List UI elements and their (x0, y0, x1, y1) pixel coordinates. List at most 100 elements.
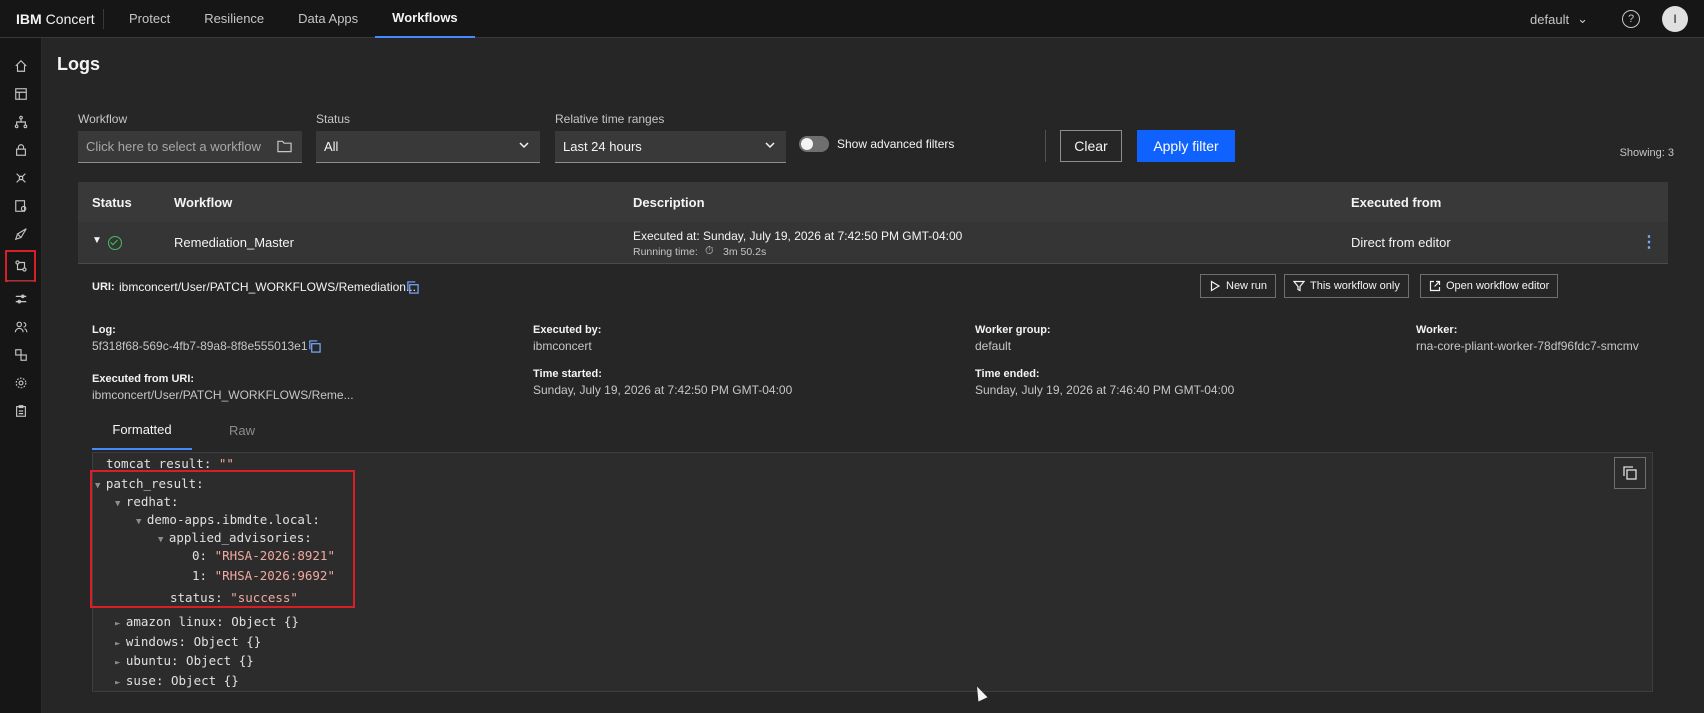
col-status[interactable]: Status (92, 195, 132, 210)
log-output: tomcat_result: "" ▼ patch_result: ▼ redh… (90, 452, 1653, 692)
code-line-windows[interactable]: ► windows: Object {} (115, 634, 261, 649)
caret-right-icon: ► (115, 619, 126, 629)
clear-button[interactable]: Clear (1060, 130, 1122, 162)
lock-icon[interactable] (10, 139, 31, 160)
row-details: URI: ibmconcert/User/PATCH_WORKFLOWS/Rem… (78, 264, 1668, 713)
top-nav: Protect Resilience Data Apps Workflows (112, 0, 475, 38)
chevron-down-icon (764, 139, 776, 154)
workflow-filter-placeholder: Click here to select a workflow (86, 139, 261, 154)
sliders-icon[interactable] (10, 288, 31, 309)
topology-icon[interactable] (10, 111, 31, 132)
copy-code-button[interactable] (1614, 457, 1646, 489)
dashboard-icon[interactable] (10, 83, 31, 104)
caret-right-icon: ► (115, 639, 126, 649)
worker-value: rna-core-pliant-worker-78df96fdc7-smcmv (1416, 339, 1639, 353)
table-row[interactable]: ▼ Remediation_Master Executed at: Sunday… (78, 222, 1668, 264)
uri-label: URI: (92, 281, 115, 293)
brand-bold: IBM (16, 10, 42, 27)
main-content: Logs Workflow Click here to select a wor… (42, 38, 1704, 713)
uri-value: ibmconcert/User/PATCH_WORKFLOWS/Remediat… (119, 280, 416, 294)
code-line-tomcat: tomcat_result: "" (106, 456, 234, 471)
tab-raw[interactable]: Raw (192, 410, 292, 450)
nav-workflows[interactable]: Workflows (375, 0, 475, 38)
new-run-label: New run (1226, 280, 1267, 292)
workflow-filter-label: Workflow (78, 112, 128, 126)
copy-uri-icon[interactable] (406, 281, 419, 297)
table-header: Status Workflow Description Executed fro… (78, 182, 1668, 222)
copy-log-icon[interactable] (308, 340, 321, 356)
dashboard-settings-icon[interactable] (10, 195, 31, 216)
chevron-down-icon (518, 139, 530, 154)
launch-icon (1429, 280, 1441, 292)
worker-group-value: default (975, 339, 1012, 353)
workflow-filter-input[interactable]: Click here to select a workflow (78, 131, 302, 163)
code-line-amazon[interactable]: ► amazon linux: Object {} (115, 614, 299, 629)
highlight-annotation (90, 470, 355, 608)
nav-protect[interactable]: Protect (112, 0, 187, 38)
settings-icon[interactable] (10, 372, 31, 393)
brand[interactable]: IBM Concert (0, 8, 104, 29)
time-ended-value: Sunday, July 19, 2026 at 7:46:40 PM GMT-… (975, 383, 1235, 397)
avatar[interactable]: I (1662, 6, 1688, 32)
tenant-selector[interactable]: default ⌄ (1530, 11, 1588, 27)
home-icon[interactable] (10, 55, 31, 76)
time-range-select[interactable]: Last 24 hours (555, 131, 786, 163)
new-run-button[interactable]: New run (1200, 274, 1276, 298)
apply-filter-button[interactable]: Apply filter (1137, 130, 1235, 162)
caret-right-icon: ► (115, 678, 126, 688)
time-started-value: Sunday, July 19, 2026 at 7:42:50 PM GMT-… (533, 383, 793, 397)
play-icon (1210, 280, 1221, 292)
status-filter-label: Status (316, 112, 351, 126)
rocket-icon[interactable] (10, 223, 31, 244)
log-view-tabs: Formatted Raw (92, 410, 292, 450)
page-title: Logs (57, 54, 100, 74)
executed-by-label: Executed by: (533, 324, 602, 336)
nav-resilience[interactable]: Resilience (187, 0, 281, 38)
network-icon[interactable] (10, 167, 31, 188)
top-header: IBM Concert Protect Resilience Data Apps… (0, 0, 1704, 38)
workflow-icon[interactable] (5, 250, 36, 282)
col-workflow[interactable]: Workflow (174, 195, 232, 210)
col-executed-from[interactable]: Executed from (1351, 195, 1441, 210)
help-icon[interactable]: ? (1622, 10, 1640, 28)
row-workflow-name[interactable]: Remediation_Master (174, 235, 294, 250)
data-icon[interactable] (10, 344, 31, 365)
advanced-filters-toggle[interactable] (799, 136, 829, 152)
tab-formatted[interactable]: Formatted (92, 410, 192, 450)
worker-label: Worker: (1416, 324, 1458, 336)
this-workflow-only-button[interactable]: This workflow only (1284, 274, 1409, 298)
overflow-menu-icon[interactable]: ⋮ (1641, 232, 1657, 252)
time-started-label: Time started: (533, 368, 602, 380)
chevron-down-icon: ⌄ (1577, 11, 1588, 26)
clipboard-icon[interactable] (10, 400, 31, 421)
time-ended-label: Time ended: (975, 368, 1040, 380)
open-workflow-editor-button[interactable]: Open workflow editor (1420, 274, 1559, 298)
folder-icon[interactable] (277, 139, 292, 156)
executed-by-value: ibmconcert (533, 339, 592, 353)
row-executed-from: Direct from editor (1351, 235, 1451, 250)
executed-from-uri-label: Executed from URI: (92, 373, 195, 385)
brand-name: Concert (45, 10, 95, 27)
timer-icon: ⏱ (705, 245, 714, 257)
users-icon[interactable] (10, 316, 31, 337)
log-value: 5f318f68-569c-4fb7-89a8-8f8e555013e1 (92, 339, 308, 353)
nav-data-apps[interactable]: Data Apps (281, 0, 375, 38)
row-running-time-label: Running time: (633, 246, 698, 258)
result-count: Showing: 3 (1619, 147, 1674, 159)
caret-down-icon[interactable]: ▼ (92, 235, 102, 246)
row-running-time: 3m 50.2s (723, 246, 767, 258)
col-description[interactable]: Description (633, 195, 705, 210)
filter-icon (1293, 280, 1305, 292)
open-workflow-editor-label: Open workflow editor (1446, 280, 1550, 292)
advanced-filters-label: Show advanced filters (837, 137, 955, 151)
time-range-value: Last 24 hours (563, 139, 642, 154)
rail-divider (8, 281, 34, 282)
executed-from-uri-value: ibmconcert/User/PATCH_WORKFLOWS/Reme... (92, 388, 354, 402)
side-rail (0, 38, 42, 713)
code-line-suse[interactable]: ► suse: Object {} (115, 673, 239, 688)
this-workflow-only-label: This workflow only (1310, 280, 1400, 292)
status-filter-select[interactable]: All (316, 131, 540, 163)
time-range-label: Relative time ranges (555, 112, 665, 126)
worker-group-label: Worker group: (975, 324, 1051, 336)
code-line-ubuntu[interactable]: ► ubuntu: Object {} (115, 653, 254, 668)
